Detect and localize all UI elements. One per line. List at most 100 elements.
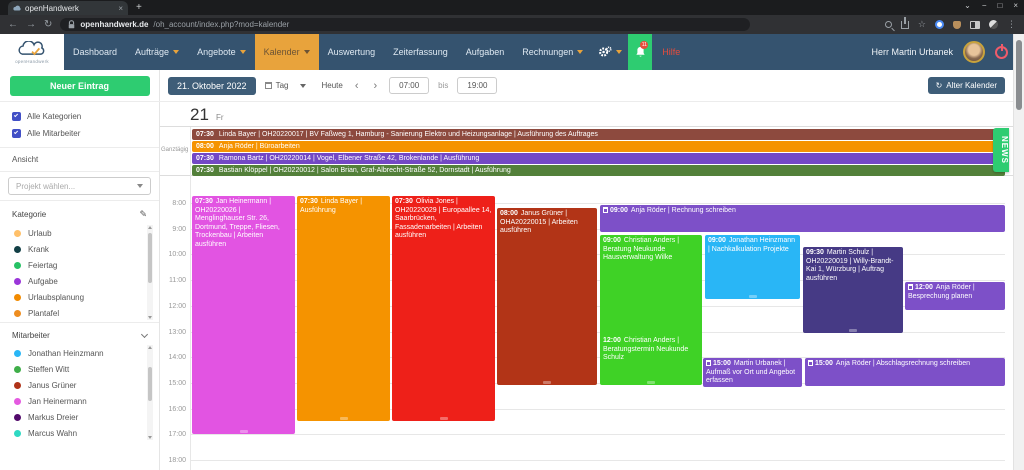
resize-handle[interactable] — [849, 329, 857, 332]
date-picker-button[interactable]: 21. Oktober 2022 — [168, 77, 256, 95]
nav-item-kalender[interactable]: Kalender — [255, 34, 319, 70]
resize-handle[interactable] — [647, 381, 655, 384]
reload-icon[interactable]: ↻ — [44, 20, 52, 30]
browser-tab[interactable]: openHandwerk × — [8, 1, 128, 15]
employee-item[interactable]: Marcus Wahn — [0, 425, 155, 440]
nav-item-dashboard[interactable]: Dashboard — [64, 34, 126, 70]
calendar-event[interactable]: 09:00Christian Anders | Beratung Neukund… — [600, 235, 702, 339]
category-scrollbar[interactable] — [147, 225, 153, 320]
category-item[interactable]: Feiertag — [0, 257, 155, 273]
new-entry-button[interactable]: Neuer Eintrag — [10, 76, 150, 96]
avatar[interactable] — [963, 41, 985, 63]
logout-power-icon[interactable] — [995, 46, 1008, 59]
tab-close-icon[interactable]: × — [118, 4, 123, 13]
calendar-event[interactable]: 09:00Jonathan Heinzmann | Nachkalkulatio… — [705, 235, 800, 299]
view-select-value: Tag — [276, 81, 289, 90]
filter-checkbox-row[interactable]: Alle Mitarbeiter — [0, 125, 159, 142]
profile-icon[interactable] — [989, 20, 998, 29]
back-icon[interactable]: ← — [8, 20, 18, 30]
window-minimize-icon[interactable]: − — [982, 1, 987, 10]
share-icon[interactable] — [901, 21, 909, 29]
mitarbeiter-header[interactable]: Mitarbeiter — [0, 328, 159, 343]
allday-event[interactable]: 08:00Anja Röder | Büroarbeiten — [192, 141, 1005, 152]
checkbox-checked-icon[interactable] — [12, 129, 21, 138]
browser-menu-icon[interactable]: ⋮ — [1007, 19, 1016, 30]
task-calendar-icon — [808, 360, 813, 366]
time-to-input[interactable] — [457, 77, 497, 94]
resize-handle[interactable] — [440, 417, 448, 420]
today-button[interactable]: Heute — [321, 81, 342, 90]
day-header: 21 Fr — [160, 102, 1013, 127]
calendar-event[interactable]: 08:00Janus Grüner | OHA20220015 | Arbeit… — [497, 208, 597, 385]
resize-handle[interactable] — [240, 430, 248, 433]
nav-item-aufgaben[interactable]: Aufgaben — [457, 34, 514, 70]
employee-item[interactable]: Janus Grüner — [0, 377, 155, 393]
search-icon[interactable] — [885, 21, 892, 28]
employee-item[interactable]: Steffen Witt — [0, 361, 155, 377]
calendar-event[interactable]: 07:30Linda Bayer | Ausführung — [297, 196, 390, 421]
calendar-event[interactable]: 09:30Martin Schulz | OH20220019 | Willy-… — [803, 247, 903, 333]
prev-day-button[interactable]: ‹ — [352, 80, 362, 92]
allday-event[interactable]: 07:30Linda Bayer | OH20220017 | BV Faßwe… — [192, 129, 1005, 140]
nav-item-label: Dashboard — [73, 47, 117, 57]
tab-group-icon[interactable] — [970, 21, 980, 29]
nav-item-angebote[interactable]: Angebote — [188, 34, 255, 70]
project-select[interactable]: Projekt wählen... — [8, 177, 151, 195]
extension-icon[interactable] — [935, 20, 944, 29]
pin-extension-icon[interactable] — [953, 21, 961, 29]
calendar-event[interactable]: 09:00Anja Röder | Rechnung schreiben — [600, 205, 1005, 232]
nav-item-rechnungen[interactable]: Rechnungen — [513, 34, 592, 70]
calendar-event[interactable]: 15:00Anja Röder | Abschlagsrechnung schr… — [805, 358, 1005, 386]
filter-checkbox-row[interactable]: Alle Kategorien — [0, 108, 159, 125]
resize-handle[interactable] — [543, 381, 551, 384]
checkbox-checked-icon[interactable] — [12, 112, 21, 121]
nav-item-auswertung[interactable]: Auswertung — [319, 34, 385, 70]
nav-item-zeiterfassung[interactable]: Zeiterfassung — [384, 34, 457, 70]
calendar-event[interactable]: 07:30Olivia Jones | OH20220029 | Europaa… — [392, 196, 495, 421]
address-bar[interactable]: openhandwerk.de/oh_account/index.php?mod… — [60, 18, 750, 31]
window-restore-down-icon[interactable]: ⌄ — [964, 1, 971, 10]
new-tab-button[interactable]: + — [136, 2, 142, 13]
calendar-event[interactable]: 07:30Jan Heinermann | OH20220026 | Mengl… — [192, 196, 295, 434]
event-time: 07:30 — [196, 131, 214, 138]
window-close-icon[interactable]: × — [1013, 1, 1018, 10]
employee-item[interactable]: Jonathan Heinzmann — [0, 345, 155, 361]
notifications-button[interactable]: 11 — [628, 34, 652, 70]
page-scrollbar[interactable] — [1013, 34, 1024, 470]
allday-event[interactable]: 07:30Ramona Bartz | OH20220014 | Vogel, … — [192, 153, 1005, 164]
help-link[interactable]: Hilfe — [652, 34, 690, 70]
category-item[interactable]: Urlaub — [0, 225, 155, 241]
category-item[interactable]: Plantafel — [0, 305, 155, 320]
settings-menu[interactable] — [592, 34, 628, 70]
view-select[interactable]: Tag — [265, 81, 307, 90]
edit-pencil-icon[interactable]: ✎ — [139, 209, 147, 220]
old-calendar-button[interactable]: ↻ Alter Kalender — [928, 77, 1005, 94]
resize-handle[interactable] — [340, 417, 348, 420]
forward-icon[interactable]: → — [26, 20, 36, 30]
category-item[interactable]: Krank — [0, 241, 155, 257]
hour-label: 14:00 — [160, 354, 186, 361]
chevron-down-icon — [577, 50, 583, 54]
category-header: Kategorie ✎ — [0, 206, 159, 223]
category-item[interactable]: Aufgabe — [0, 273, 155, 289]
allday-event[interactable]: 07:30Bastian Klöppel | OH20220012 | Salo… — [192, 165, 1005, 176]
resize-handle[interactable] — [749, 295, 757, 298]
calendar-event[interactable]: 12:00Christian Anders | Beratungstermin … — [600, 335, 702, 385]
category-item[interactable]: Urlaubsplanung — [0, 289, 155, 305]
bookmark-star-icon[interactable]: ☆ — [918, 19, 926, 30]
hour-label: 15:00 — [160, 380, 186, 387]
employee-scrollbar[interactable] — [147, 345, 153, 440]
brand-logo[interactable]: openHandwerk — [0, 34, 64, 70]
event-time: 08:00 — [196, 143, 214, 150]
employee-item[interactable]: Markus Dreier — [0, 409, 155, 425]
time-from-input[interactable] — [389, 77, 429, 94]
calendar-grid-icon — [265, 82, 272, 89]
calendar-event[interactable]: 12:00Anja Röder | Besprechung planen — [905, 282, 1005, 310]
news-tab[interactable]: NEWS — [993, 128, 1009, 172]
employee-item[interactable]: Jan Heinermann — [0, 393, 155, 409]
check-mark — [14, 130, 18, 134]
calendar-event[interactable]: 15:00Martin Urbanek | Aufmaß vor Ort und… — [703, 358, 802, 387]
window-maximize-icon[interactable]: □ — [997, 1, 1002, 10]
next-day-button[interactable]: › — [371, 80, 381, 92]
nav-item-aufträge[interactable]: Aufträge — [126, 34, 188, 70]
